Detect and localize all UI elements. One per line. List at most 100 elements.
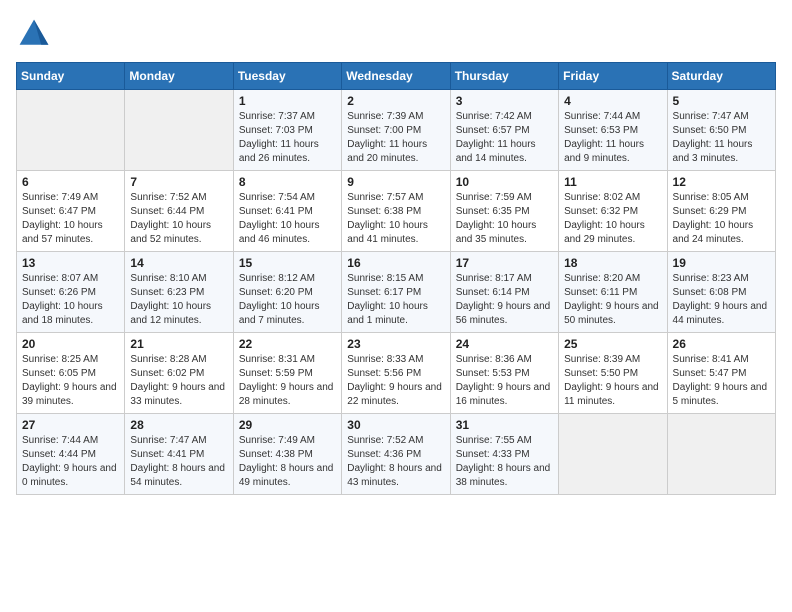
calendar-cell: 14 Sunrise: 8:10 AM Sunset: 6:23 PM Dayli…: [125, 252, 233, 333]
calendar-cell: 2 Sunrise: 7:39 AM Sunset: 7:00 PM Daylig…: [342, 90, 450, 171]
day-number: 20: [22, 337, 119, 351]
day-content: Sunrise: 8:23 AM Sunset: 6:08 PM Dayligh…: [673, 272, 770, 328]
day-number: 14: [130, 256, 227, 270]
day-content: Sunrise: 8:28 AM Sunset: 6:02 PM Dayligh…: [130, 353, 227, 409]
day-content: Sunrise: 7:52 AM Sunset: 4:36 PM Dayligh…: [347, 434, 444, 490]
day-content: Sunrise: 8:33 AM Sunset: 5:56 PM Dayligh…: [347, 353, 444, 409]
day-content: Sunrise: 8:39 AM Sunset: 5:50 PM Dayligh…: [564, 353, 661, 409]
calendar-cell: 27Sunrise: 7:44 AM Sunset: 4:44 PM Dayli…: [17, 414, 125, 495]
day-number: 31: [456, 418, 553, 432]
calendar-cell: 11 Sunrise: 8:02 AM Sunset: 6:32 PM Dayli…: [559, 171, 667, 252]
day-number: 4: [564, 94, 661, 108]
day-number: 8: [239, 175, 336, 189]
day-number: 17: [456, 256, 553, 270]
day-number: 11: [564, 175, 661, 189]
day-content: Sunrise: 8:25 AM Sunset: 6:05 PM Dayligh…: [22, 353, 119, 409]
day-content: Sunrise: 8:20 AM Sunset: 6:11 PM Dayligh…: [564, 272, 661, 328]
calendar-cell: 9 Sunrise: 7:57 AM Sunset: 6:38 PM Daylig…: [342, 171, 450, 252]
calendar-cell: [559, 414, 667, 495]
calendar-week-row: 13 Sunrise: 8:07 AM Sunset: 6:26 PM Dayli…: [17, 252, 776, 333]
day-number: 12: [673, 175, 770, 189]
calendar-cell: 29Sunrise: 7:49 AM Sunset: 4:38 PM Dayli…: [233, 414, 341, 495]
calendar-cell: 15Sunrise: 8:12 AM Sunset: 6:20 PM Dayli…: [233, 252, 341, 333]
day-content: Sunrise: 7:55 AM Sunset: 4:33 PM Dayligh…: [456, 434, 553, 490]
day-number: 10: [456, 175, 553, 189]
calendar-cell: 12Sunrise: 8:05 AM Sunset: 6:29 PM Dayli…: [667, 171, 775, 252]
day-number: 1: [239, 94, 336, 108]
day-number: 5: [673, 94, 770, 108]
day-content: Sunrise: 7:37 AM Sunset: 7:03 PM Dayligh…: [239, 110, 336, 166]
day-content: Sunrise: 7:54 AM Sunset: 6:41 PM Dayligh…: [239, 191, 336, 247]
day-number: 28: [130, 418, 227, 432]
day-number: 19: [673, 256, 770, 270]
calendar-week-row: 6 Sunrise: 7:49 AM Sunset: 6:47 PM Daylig…: [17, 171, 776, 252]
day-number: 27: [22, 418, 119, 432]
calendar-cell: 21 Sunrise: 8:28 AM Sunset: 6:02 PM Dayli…: [125, 333, 233, 414]
weekday-header: Sunday: [17, 63, 125, 90]
day-content: Sunrise: 8:10 AM Sunset: 6:23 PM Dayligh…: [130, 272, 227, 328]
day-number: 22: [239, 337, 336, 351]
day-number: 16: [347, 256, 444, 270]
day-content: Sunrise: 7:49 AM Sunset: 6:47 PM Dayligh…: [22, 191, 119, 247]
calendar-cell: 19 Sunrise: 8:23 AM Sunset: 6:08 PM Dayli…: [667, 252, 775, 333]
day-content: Sunrise: 8:02 AM Sunset: 6:32 PM Dayligh…: [564, 191, 661, 247]
calendar-cell: 22 Sunrise: 8:31 AM Sunset: 5:59 PM Dayli…: [233, 333, 341, 414]
calendar-table: SundayMondayTuesdayWednesdayThursdayFrid…: [16, 62, 776, 495]
day-number: 2: [347, 94, 444, 108]
calendar-cell: 16 Sunrise: 8:15 AM Sunset: 6:17 PM Dayli…: [342, 252, 450, 333]
calendar-cell: 7 Sunrise: 7:52 AM Sunset: 6:44 PM Daylig…: [125, 171, 233, 252]
day-content: Sunrise: 8:17 AM Sunset: 6:14 PM Dayligh…: [456, 272, 553, 328]
calendar-cell: [17, 90, 125, 171]
calendar-cell: 20 Sunrise: 8:25 AM Sunset: 6:05 PM Dayli…: [17, 333, 125, 414]
calendar-cell: 24 Sunrise: 8:36 AM Sunset: 5:53 PM Dayli…: [450, 333, 558, 414]
day-number: 13: [22, 256, 119, 270]
day-number: 15: [239, 256, 336, 270]
day-content: Sunrise: 7:49 AM Sunset: 4:38 PM Dayligh…: [239, 434, 336, 490]
day-number: 24: [456, 337, 553, 351]
calendar-cell: 4Sunrise: 7:44 AM Sunset: 6:53 PM Daylig…: [559, 90, 667, 171]
calendar-cell: 8 Sunrise: 7:54 AM Sunset: 6:41 PM Daylig…: [233, 171, 341, 252]
logo: [16, 16, 56, 52]
calendar-cell: 17 Sunrise: 8:17 AM Sunset: 6:14 PM Dayli…: [450, 252, 558, 333]
day-number: 23: [347, 337, 444, 351]
calendar-cell: 13 Sunrise: 8:07 AM Sunset: 6:26 PM Dayli…: [17, 252, 125, 333]
day-content: Sunrise: 7:57 AM Sunset: 6:38 PM Dayligh…: [347, 191, 444, 247]
calendar-cell: 23 Sunrise: 8:33 AM Sunset: 5:56 PM Dayli…: [342, 333, 450, 414]
calendar-cell: 6 Sunrise: 7:49 AM Sunset: 6:47 PM Daylig…: [17, 171, 125, 252]
day-content: Sunrise: 7:52 AM Sunset: 6:44 PM Dayligh…: [130, 191, 227, 247]
logo-icon: [16, 16, 52, 52]
weekday-header: Wednesday: [342, 63, 450, 90]
day-number: 26: [673, 337, 770, 351]
calendar-cell: 25 Sunrise: 8:39 AM Sunset: 5:50 PM Dayli…: [559, 333, 667, 414]
calendar-week-row: 27Sunrise: 7:44 AM Sunset: 4:44 PM Dayli…: [17, 414, 776, 495]
day-content: Sunrise: 7:47 AM Sunset: 4:41 PM Dayligh…: [130, 434, 227, 490]
day-content: Sunrise: 7:47 AM Sunset: 6:50 PM Dayligh…: [673, 110, 770, 166]
day-content: Sunrise: 8:15 AM Sunset: 6:17 PM Dayligh…: [347, 272, 444, 328]
calendar-cell: 26 Sunrise: 8:41 AM Sunset: 5:47 PM Dayli…: [667, 333, 775, 414]
day-number: 18: [564, 256, 661, 270]
calendar-cell: 30 Sunrise: 7:52 AM Sunset: 4:36 PM Dayli…: [342, 414, 450, 495]
day-content: Sunrise: 8:41 AM Sunset: 5:47 PM Dayligh…: [673, 353, 770, 409]
calendar-cell: 18 Sunrise: 8:20 AM Sunset: 6:11 PM Dayli…: [559, 252, 667, 333]
day-content: Sunrise: 7:59 AM Sunset: 6:35 PM Dayligh…: [456, 191, 553, 247]
calendar-cell: [125, 90, 233, 171]
day-number: 9: [347, 175, 444, 189]
weekday-header: Thursday: [450, 63, 558, 90]
page-header: [16, 16, 776, 52]
day-content: Sunrise: 8:07 AM Sunset: 6:26 PM Dayligh…: [22, 272, 119, 328]
calendar-header-row: SundayMondayTuesdayWednesdayThursdayFrid…: [17, 63, 776, 90]
day-content: Sunrise: 8:36 AM Sunset: 5:53 PM Dayligh…: [456, 353, 553, 409]
calendar-cell: 3Sunrise: 7:42 AM Sunset: 6:57 PM Daylig…: [450, 90, 558, 171]
day-number: 21: [130, 337, 227, 351]
day-number: 3: [456, 94, 553, 108]
day-content: Sunrise: 7:39 AM Sunset: 7:00 PM Dayligh…: [347, 110, 444, 166]
day-number: 25: [564, 337, 661, 351]
day-number: 6: [22, 175, 119, 189]
day-number: 30: [347, 418, 444, 432]
calendar-cell: 31 Sunrise: 7:55 AM Sunset: 4:33 PM Dayli…: [450, 414, 558, 495]
day-content: Sunrise: 8:31 AM Sunset: 5:59 PM Dayligh…: [239, 353, 336, 409]
day-number: 7: [130, 175, 227, 189]
weekday-header: Tuesday: [233, 63, 341, 90]
calendar-cell: [667, 414, 775, 495]
calendar-cell: 1 Sunrise: 7:37 AM Sunset: 7:03 PM Daylig…: [233, 90, 341, 171]
